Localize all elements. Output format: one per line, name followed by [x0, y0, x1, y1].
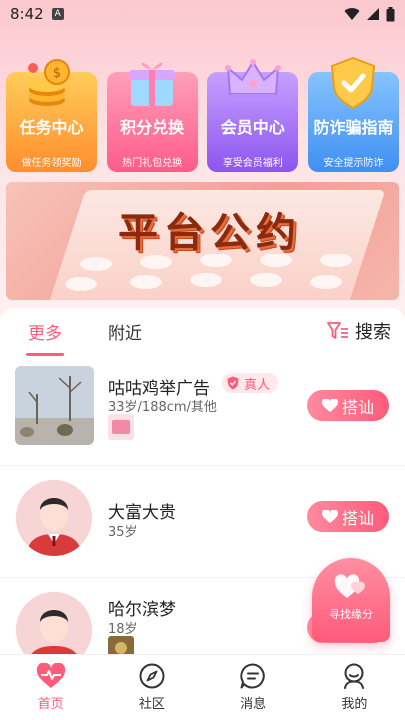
nav-label: 社区	[138, 697, 165, 712]
user-avatar-default	[16, 480, 92, 556]
search-button[interactable]: 搜索	[327, 318, 391, 344]
compass-icon	[139, 663, 165, 689]
user-info: 33岁/188cm/其他	[108, 400, 217, 415]
coins-icon: $	[27, 59, 70, 106]
wifi-icon	[344, 8, 360, 20]
message-icon	[240, 663, 265, 689]
banner-decoration	[65, 254, 352, 291]
status-time: 8:42	[10, 5, 44, 23]
heart-icon	[321, 398, 338, 412]
profile-icon	[344, 663, 365, 689]
greet-button[interactable]: 搭讪	[307, 390, 389, 421]
find-fate-label: 寻找缘分	[329, 608, 373, 621]
greet-button[interactable]: 搭讪	[307, 501, 389, 532]
anti-fraud-guide-card[interactable]: 防诈骗指南 安全提示防诈	[307, 54, 399, 172]
greet-label: 搭讪	[341, 397, 374, 417]
status-icons	[344, 6, 395, 22]
heart-pulse-icon	[36, 663, 65, 688]
heart-icon	[321, 509, 338, 523]
shield-icon	[331, 56, 376, 110]
battery-icon	[386, 6, 395, 21]
feature-subtitle: 享受会员福利	[222, 158, 283, 169]
feature-subtitle: 做任务领奖励	[21, 158, 82, 169]
feature-subtitle: 安全提示防诈	[323, 158, 384, 169]
user-thumbnail	[108, 636, 134, 654]
filter-icon	[327, 322, 348, 339]
notification-indicator: A	[51, 8, 64, 20]
feature-title: 防诈骗指南	[313, 118, 394, 137]
list-tabs: 更多 附近 搜索	[0, 308, 405, 356]
member-center-card[interactable]: 会员中心 享受会员福利	[207, 54, 299, 172]
signal-icon	[367, 8, 379, 20]
nav-label: 首页	[37, 697, 64, 712]
nav-messages[interactable]: 消息	[213, 663, 293, 712]
status-bar: 8:42 A	[0, 0, 405, 28]
user-info: 35岁	[108, 525, 138, 540]
nav-label: 消息	[240, 697, 267, 712]
list-item[interactable]: 咕咕鸡举广告 33岁/188cm/其他 搭讪	[0, 354, 405, 466]
platform-convention-banner[interactable]: 平台公约	[6, 182, 399, 300]
task-center-card[interactable]: 任务中心 做任务领奖励 $	[6, 54, 97, 172]
feature-title: 会员中心	[220, 118, 285, 137]
points-exchange-card[interactable]: 积分兑换 热门礼包兑换	[106, 54, 198, 172]
verified-badge: 真人	[222, 373, 279, 393]
find-fate-button[interactable]: 寻找缘分	[312, 558, 390, 642]
user-avatar-photo	[15, 366, 94, 445]
banner-title: 平台公约	[118, 210, 302, 256]
tab-nearby[interactable]: 附近	[108, 319, 142, 344]
hearts-icon	[334, 574, 365, 598]
svg-text:$: $	[52, 66, 60, 81]
feature-title: 积分兑换	[120, 118, 185, 137]
feature-title: 任务中心	[19, 118, 84, 137]
user-avatar-default	[16, 592, 92, 654]
nav-community[interactable]: 社区	[112, 663, 192, 712]
bottom-navigation: 首页 社区 消息 我的	[0, 654, 405, 720]
nav-home[interactable]: 首页	[11, 663, 91, 712]
verified-icon	[227, 376, 239, 390]
verified-label: 真人	[244, 377, 271, 393]
user-name: 大富大贵	[108, 503, 176, 523]
gift-box-icon	[129, 62, 176, 106]
search-label: 搜索	[355, 322, 391, 343]
feature-cards: 任务中心 做任务领奖励 $ 积分兑换 热门礼包兑换 会员中心 享受会员福利 防诈…	[6, 54, 399, 172]
feature-subtitle: 热门礼包兑换	[122, 158, 183, 169]
user-thumbnail	[108, 414, 134, 440]
nav-label: 我的	[341, 697, 368, 712]
tab-more[interactable]: 更多	[26, 319, 64, 356]
crown-icon	[224, 59, 281, 102]
greet-label: 搭讪	[341, 508, 374, 528]
nav-profile[interactable]: 我的	[314, 663, 394, 712]
user-name: 哈尔滨梦	[108, 600, 176, 620]
user-info: 18岁	[108, 622, 138, 637]
